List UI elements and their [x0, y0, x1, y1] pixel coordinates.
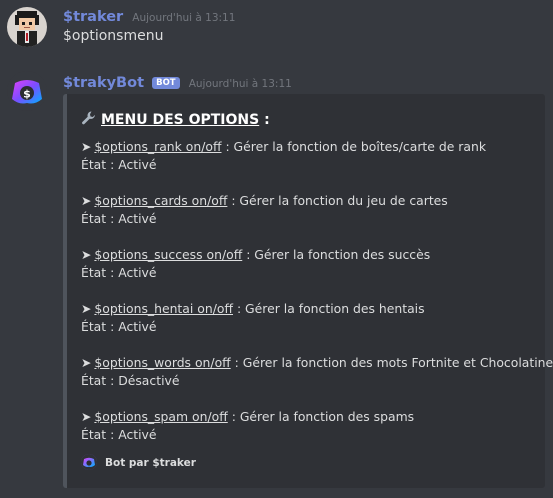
footer-text: Bot par $traker: [105, 457, 196, 469]
embed-title-text: MENU DES OPTIONS: [101, 112, 260, 128]
option-rank: ➤ $options_rank on/off : Gérer la fonctio…: [81, 138, 486, 174]
option-command[interactable]: $options_spam on/off: [94, 409, 227, 424]
option-description: : Gérer la fonction de boîtes/carte de r…: [221, 139, 486, 154]
option-hentai: ➤ $options_hentai on/off : Gérer la fonct…: [81, 300, 425, 336]
wrench-icon: [81, 110, 97, 130]
bot-avatar[interactable]: $: [7, 71, 47, 111]
bot-logo-icon: [81, 454, 97, 470]
timestamp: Aujourd'hui à 13:11: [188, 78, 292, 90]
option-description: : Gérer la fonction du jeu de cartes: [227, 193, 448, 208]
option-success: ➤ $options_success on/off : Gérer la fonc…: [81, 246, 430, 282]
option-command[interactable]: $options_cards on/off: [94, 193, 227, 208]
option-command[interactable]: $options_hentai on/off: [94, 301, 233, 316]
option-description: : Gérer la fonction des spams: [227, 409, 415, 424]
option-description: : Gérer la fonction des mots Fortnite et…: [230, 355, 553, 370]
options-embed: MENU DES OPTIONS : ➤ $options_rank on/off…: [63, 94, 553, 488]
arrow-icon: ➤: [81, 355, 92, 370]
arrow-icon: ➤: [81, 301, 92, 316]
option-status: État : Activé: [81, 427, 157, 442]
option-cards: ➤ $options_cards on/off : Gérer la foncti…: [81, 192, 448, 228]
option-status: État : Activé: [81, 319, 157, 334]
discord-logo-avatar-icon: $: [7, 71, 47, 111]
option-words: ➤ $options_words on/off : Gérer la foncti…: [81, 354, 553, 390]
option-status: État : Activé: [81, 211, 157, 226]
option-description: : Gérer la fonction des succès: [242, 247, 431, 262]
svg-text:$: $: [23, 88, 31, 101]
option-spam: ➤ $options_spam on/off : Gérer la fonctio…: [81, 408, 414, 444]
username[interactable]: $traker: [63, 9, 123, 25]
option-status: État : Désactivé: [81, 373, 180, 388]
option-status: État : Activé: [81, 157, 157, 172]
embed-title: MENU DES OPTIONS :: [81, 110, 270, 130]
option-status: État : Activé: [81, 265, 157, 280]
user-avatar[interactable]: [7, 7, 47, 47]
arrow-icon: ➤: [81, 409, 92, 424]
timestamp: Aujourd'hui à 13:11: [132, 12, 236, 24]
bot-badge: BOT: [152, 77, 180, 89]
pixel-character-avatar-icon: [7, 7, 47, 47]
embed-footer: Bot par $traker: [81, 454, 196, 470]
arrow-icon: ➤: [81, 139, 92, 154]
option-command[interactable]: $options_success on/off: [94, 247, 242, 262]
embed-title-suffix: :: [259, 112, 270, 128]
arrow-icon: ➤: [81, 193, 92, 208]
option-command[interactable]: $options_rank on/off: [94, 139, 221, 154]
bot-username[interactable]: $trakyBot: [63, 75, 144, 91]
arrow-icon: ➤: [81, 247, 92, 262]
message-content: $optionsmenu: [63, 28, 164, 44]
option-description: : Gérer la fonction des hentais: [233, 301, 425, 316]
option-command[interactable]: $options_words on/off: [94, 355, 230, 370]
